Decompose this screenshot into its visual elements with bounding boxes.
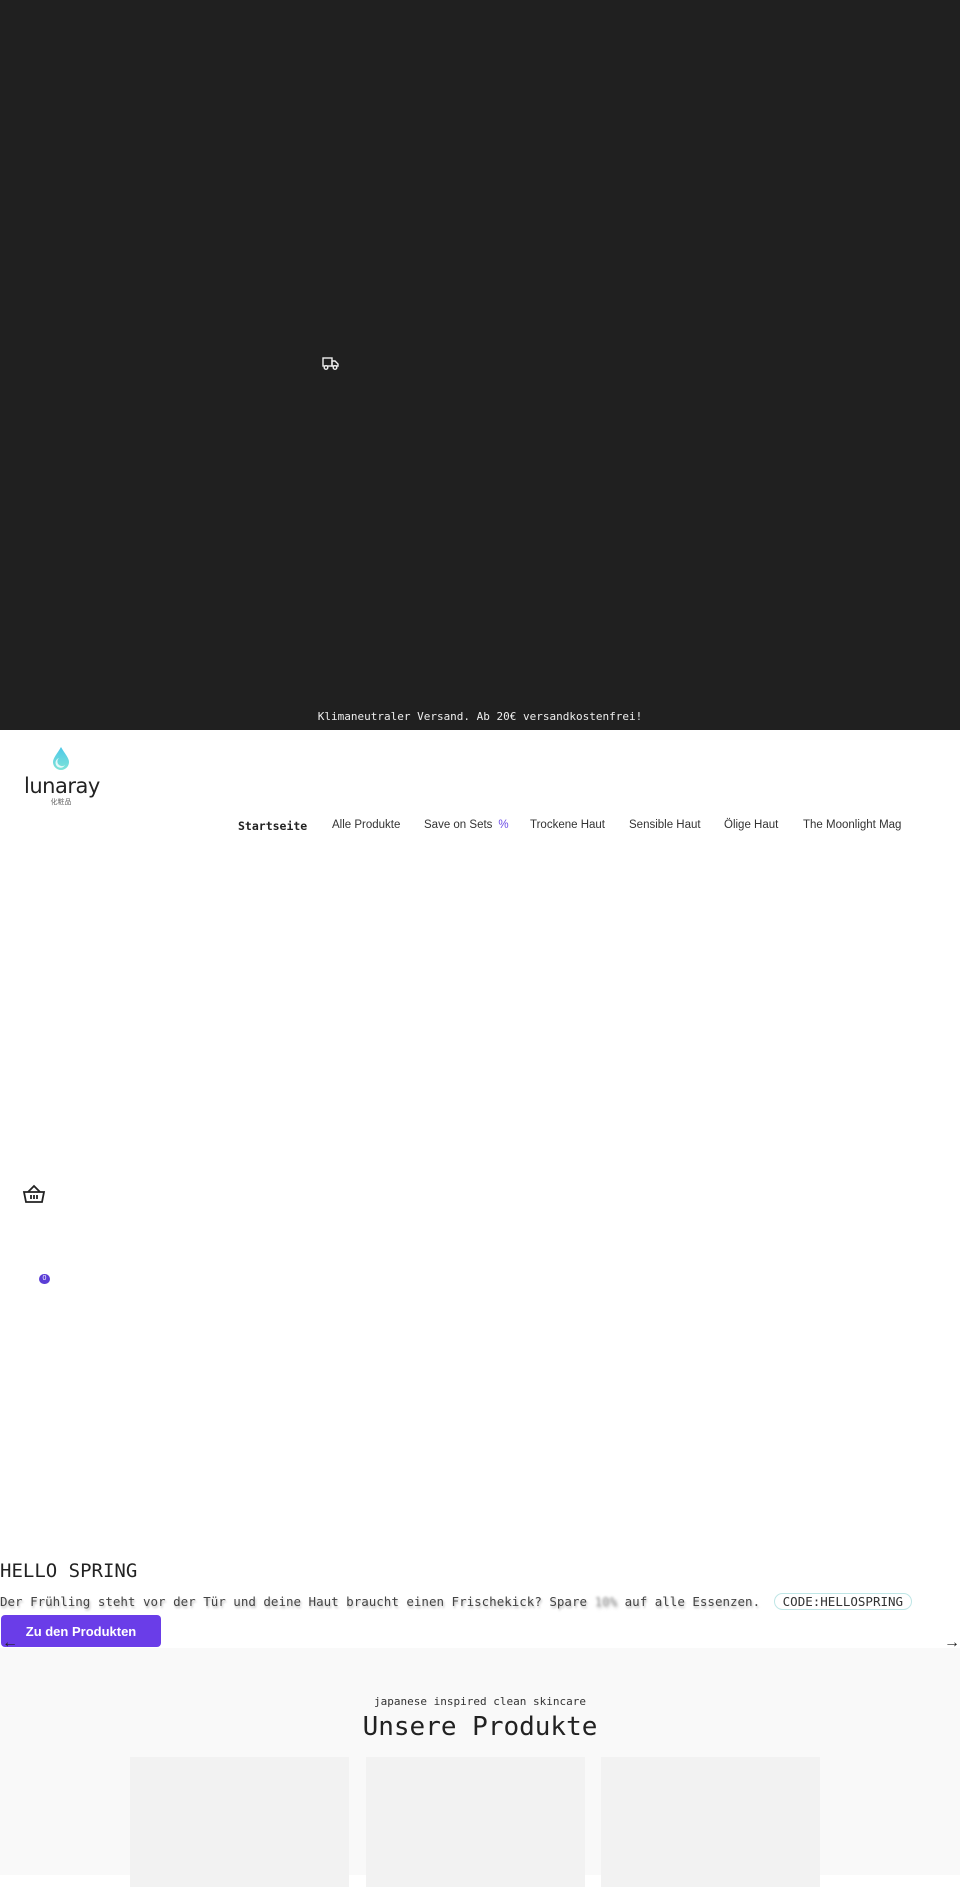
percent-badge: % <box>498 819 509 831</box>
hero-title: HELLO SPRING <box>0 1560 138 1582</box>
hero-discount: 10% <box>594 1594 618 1609</box>
hero-text: Der Frühling steht vor der Tür und deine… <box>0 1593 913 1610</box>
product-card[interactable] <box>366 1757 585 1887</box>
nav-trockene-haut[interactable]: Trockene Haut <box>530 819 605 831</box>
announcement-bar <box>0 0 960 730</box>
next-arrow-icon[interactable]: → <box>944 1634 960 1652</box>
products-heading: Unsere Produkte <box>362 1712 598 1742</box>
nav-save-on-sets[interactable]: Save on Sets% <box>424 819 509 831</box>
basket-icon[interactable] <box>22 1184 46 1204</box>
nav-sensible-haut[interactable]: Sensible Haut <box>629 819 701 831</box>
logo-subtitle: 化粧品 <box>50 799 72 806</box>
cart-count-badge: 0 <box>39 1274 50 1284</box>
prev-arrow-icon[interactable]: ← <box>2 1634 18 1652</box>
truck-icon <box>322 357 339 370</box>
nav-olige-haut[interactable]: Ölige Haut <box>724 819 778 831</box>
product-card[interactable] <box>601 1757 820 1887</box>
logo-wordmark: lunaray <box>24 774 100 798</box>
drop-moon-icon <box>53 747 69 770</box>
announcement-text: Klimaneutraler Versand. Ab 20€ versandko… <box>317 710 643 723</box>
logo[interactable]: lunaray 化粧品 <box>24 746 100 807</box>
nav-moonlight-mag[interactable]: The Moonlight Mag <box>803 819 901 831</box>
nav-save-on-sets-label: Save on Sets <box>424 819 493 831</box>
promo-code: CODE:HELLOSPRING <box>773 1593 913 1610</box>
products-kicker: japanese inspired clean skincare <box>374 1695 586 1708</box>
hero-text-before: Der Frühling steht vor der Tür und deine… <box>0 1594 587 1609</box>
product-card[interactable] <box>130 1757 349 1887</box>
hero-text-after: auf alle Essenzen. <box>624 1594 761 1609</box>
nav-startseite[interactable]: Startseite <box>238 819 307 833</box>
nav-alle-produkte[interactable]: Alle Produkte <box>332 819 400 831</box>
to-products-button[interactable]: Zu den Produkten <box>1 1615 161 1647</box>
